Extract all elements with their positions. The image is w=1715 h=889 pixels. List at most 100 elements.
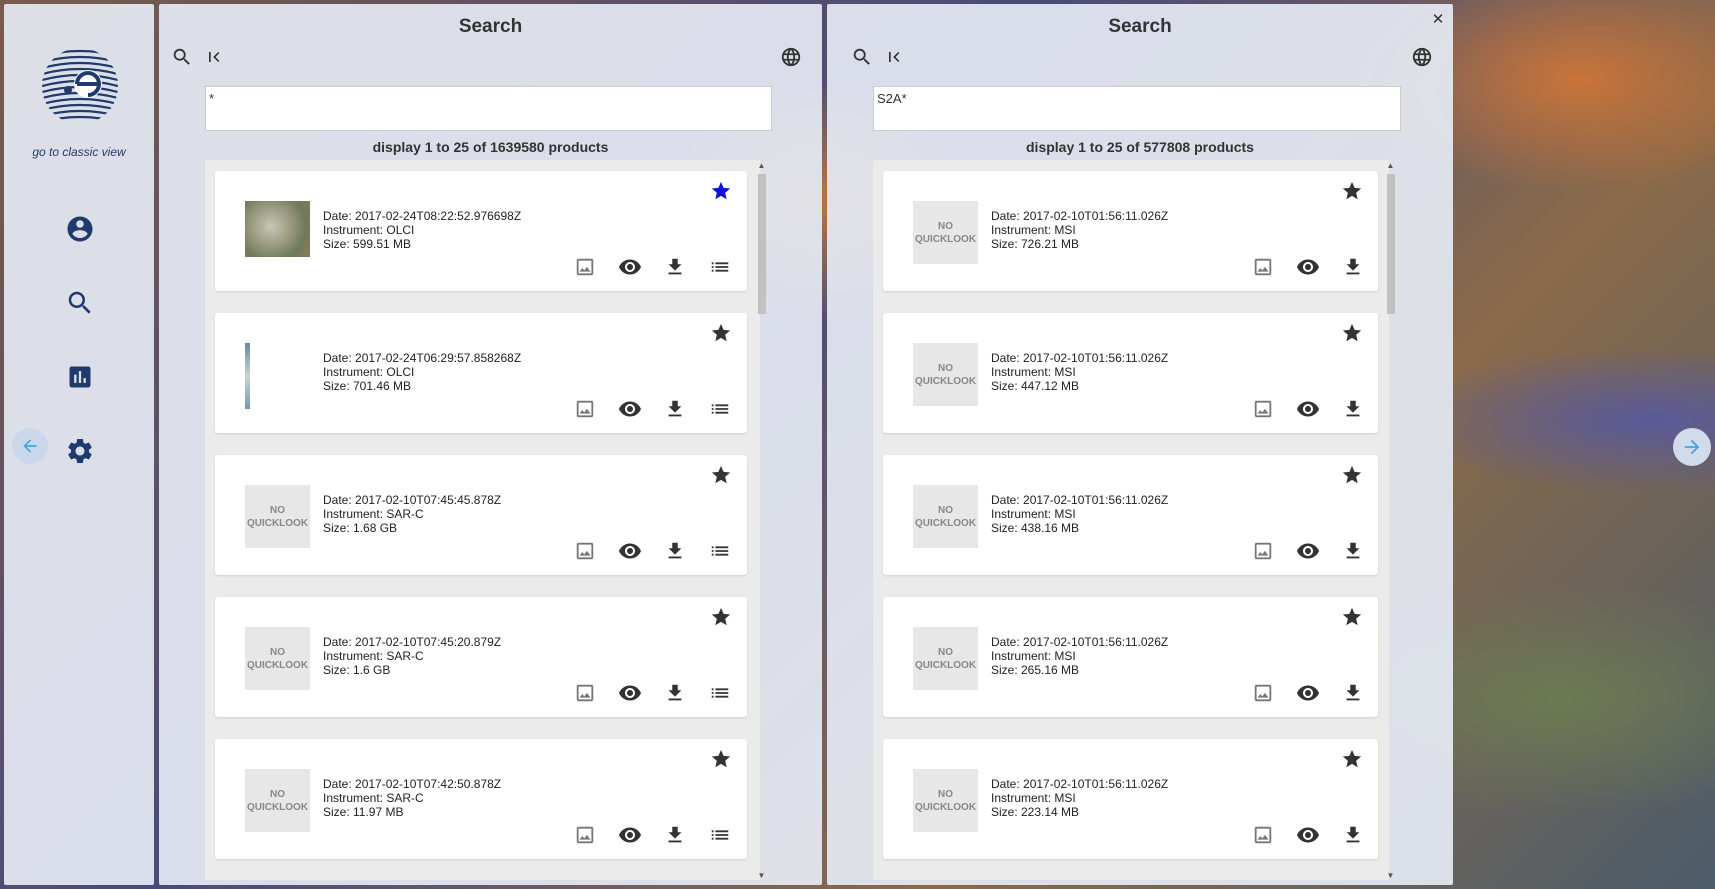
search-nav-icon[interactable]	[62, 285, 98, 321]
download-icon[interactable]	[663, 255, 687, 279]
favorite-star-icon[interactable]	[709, 605, 733, 629]
product-date: Date: 2017-02-10T07:45:45.878Z	[323, 493, 502, 507]
product-date: Date: 2017-02-10T07:42:50.878Z	[323, 777, 502, 791]
scroll-up-arrow-icon[interactable]: ▲	[757, 162, 766, 170]
globe-icon[interactable]	[778, 44, 804, 70]
quicklook-icon[interactable]	[1251, 823, 1275, 847]
product-instrument: Instrument: SAR-C	[323, 507, 424, 521]
product-date: Date: 2017-02-24T08:22:52.976698Z	[323, 209, 522, 223]
first-page-icon[interactable]	[881, 44, 907, 70]
favorite-star-icon[interactable]	[709, 321, 733, 345]
no-quicklook-placeholder: NO QUICKLOOK	[913, 485, 978, 548]
quicklook-icon[interactable]	[1251, 397, 1275, 421]
search-icon[interactable]	[849, 44, 875, 70]
view-icon[interactable]	[618, 539, 642, 563]
product-card[interactable]: Date: 2017-02-24T08:22:52.976698Z Instrum…	[215, 171, 747, 291]
quicklook-icon[interactable]	[573, 823, 597, 847]
product-card[interactable]: NO QUICKLOOK Date: 2017-02-10T01:56:11.026…	[883, 313, 1378, 433]
view-icon[interactable]	[1296, 681, 1320, 705]
details-list-icon[interactable]	[708, 823, 732, 847]
first-page-icon[interactable]	[201, 44, 227, 70]
results-scrollbar[interactable]: ▲ ▼	[756, 160, 766, 880]
product-card[interactable]: NO QUICKLOOK Date: 2017-02-10T01:56:11.026…	[883, 455, 1378, 575]
product-metadata: Date: 2017-02-10T07:45:20.879Z Instrument…	[323, 635, 501, 677]
favorite-star-icon[interactable]	[1340, 605, 1364, 629]
download-icon[interactable]	[1341, 681, 1365, 705]
download-icon[interactable]	[663, 539, 687, 563]
statistics-icon[interactable]	[62, 359, 98, 395]
quicklook-icon[interactable]	[573, 539, 597, 563]
download-icon[interactable]	[663, 823, 687, 847]
globe-icon[interactable]	[1409, 44, 1435, 70]
results-scrollbar[interactable]: ▲ ▼	[1385, 160, 1395, 880]
favorite-star-icon[interactable]	[1340, 321, 1364, 345]
details-list-icon[interactable]	[708, 397, 732, 421]
product-card[interactable]: NO QUICKLOOK Date: 2017-02-10T01:56:11.026…	[883, 171, 1378, 291]
scroll-up-arrow-icon[interactable]: ▲	[1386, 162, 1395, 170]
collapse-left-arrow-icon[interactable]	[12, 428, 48, 464]
product-size: Size: 223.14 MB	[991, 805, 1080, 819]
product-size: Size: 447.12 MB	[991, 379, 1080, 393]
scroll-down-arrow-icon[interactable]: ▼	[1386, 872, 1395, 880]
view-icon[interactable]	[1296, 397, 1320, 421]
search-query-input[interactable]	[205, 86, 772, 131]
favorite-star-icon[interactable]	[709, 463, 733, 487]
product-card[interactable]: NO QUICKLOOK Date: 2017-02-10T01:56:11.026…	[883, 739, 1378, 859]
scroll-thumb[interactable]	[1387, 174, 1395, 314]
view-icon[interactable]	[618, 681, 642, 705]
details-list-icon[interactable]	[708, 681, 732, 705]
favorite-star-icon[interactable]	[709, 179, 733, 203]
product-instrument: Instrument: OLCI	[323, 365, 415, 379]
product-card[interactable]: NO QUICKLOOK Date: 2017-02-10T07:42:50.878…	[215, 739, 747, 859]
search-query-input[interactable]	[873, 86, 1401, 131]
product-card[interactable]: NO QUICKLOOK Date: 2017-02-10T07:45:45.878…	[215, 455, 747, 575]
favorite-star-icon[interactable]	[1340, 463, 1364, 487]
download-icon[interactable]	[1341, 823, 1365, 847]
product-metadata: Date: 2017-02-10T01:56:11.026Z Instrument…	[991, 635, 1168, 677]
details-list-icon[interactable]	[708, 255, 732, 279]
download-icon[interactable]	[1341, 255, 1365, 279]
quicklook-icon[interactable]	[1251, 681, 1275, 705]
favorite-star-icon[interactable]	[1340, 179, 1364, 203]
quicklook-icon[interactable]	[573, 397, 597, 421]
product-card[interactable]: Date: 2017-02-24T06:29:57.858268Z Instrum…	[215, 313, 747, 433]
quicklook-image[interactable]	[245, 201, 310, 257]
scroll-thumb[interactable]	[758, 174, 766, 314]
view-icon[interactable]	[1296, 255, 1320, 279]
no-quicklook-placeholder: NO QUICKLOOK	[913, 769, 978, 832]
scroll-down-arrow-icon[interactable]: ▼	[757, 872, 766, 880]
quicklook-icon[interactable]	[573, 681, 597, 705]
download-icon[interactable]	[1341, 397, 1365, 421]
quicklook-icon[interactable]	[1251, 539, 1275, 563]
favorite-star-icon[interactable]	[1340, 747, 1364, 771]
account-icon[interactable]	[62, 211, 98, 247]
favorite-star-icon[interactable]	[709, 747, 733, 771]
product-metadata: Date: 2017-02-24T06:29:57.858268Z Instrum…	[323, 351, 521, 393]
results-list: Date: 2017-02-24T08:22:52.976698Z Instrum…	[205, 160, 760, 880]
quicklook-icon[interactable]	[1251, 255, 1275, 279]
quicklook-icon[interactable]	[573, 255, 597, 279]
product-instrument: Instrument: OLCI	[323, 223, 415, 237]
product-card[interactable]: NO QUICKLOOK Date: 2017-02-10T07:45:20.879…	[215, 597, 747, 717]
no-quicklook-placeholder: NO QUICKLOOK	[913, 201, 978, 264]
download-icon[interactable]	[663, 681, 687, 705]
close-icon[interactable]: ✕	[1429, 10, 1447, 28]
settings-icon[interactable]	[62, 433, 98, 469]
classic-view-link[interactable]: go to classic view	[4, 145, 154, 159]
expand-right-arrow-icon[interactable]	[1673, 428, 1711, 466]
product-size: Size: 726.21 MB	[991, 237, 1080, 251]
download-icon[interactable]	[1341, 539, 1365, 563]
esa-logo[interactable]	[40, 46, 120, 126]
search-icon[interactable]	[169, 44, 195, 70]
download-icon[interactable]	[663, 397, 687, 421]
product-size: Size: 265.16 MB	[991, 663, 1080, 677]
product-size: Size: 599.51 MB	[323, 237, 412, 251]
view-icon[interactable]	[1296, 823, 1320, 847]
view-icon[interactable]	[618, 823, 642, 847]
product-card[interactable]: NO QUICKLOOK Date: 2017-02-10T01:56:11.026…	[883, 597, 1378, 717]
view-icon[interactable]	[1296, 539, 1320, 563]
view-icon[interactable]	[618, 255, 642, 279]
quicklook-image[interactable]	[245, 343, 250, 409]
details-list-icon[interactable]	[708, 539, 732, 563]
view-icon[interactable]	[618, 397, 642, 421]
